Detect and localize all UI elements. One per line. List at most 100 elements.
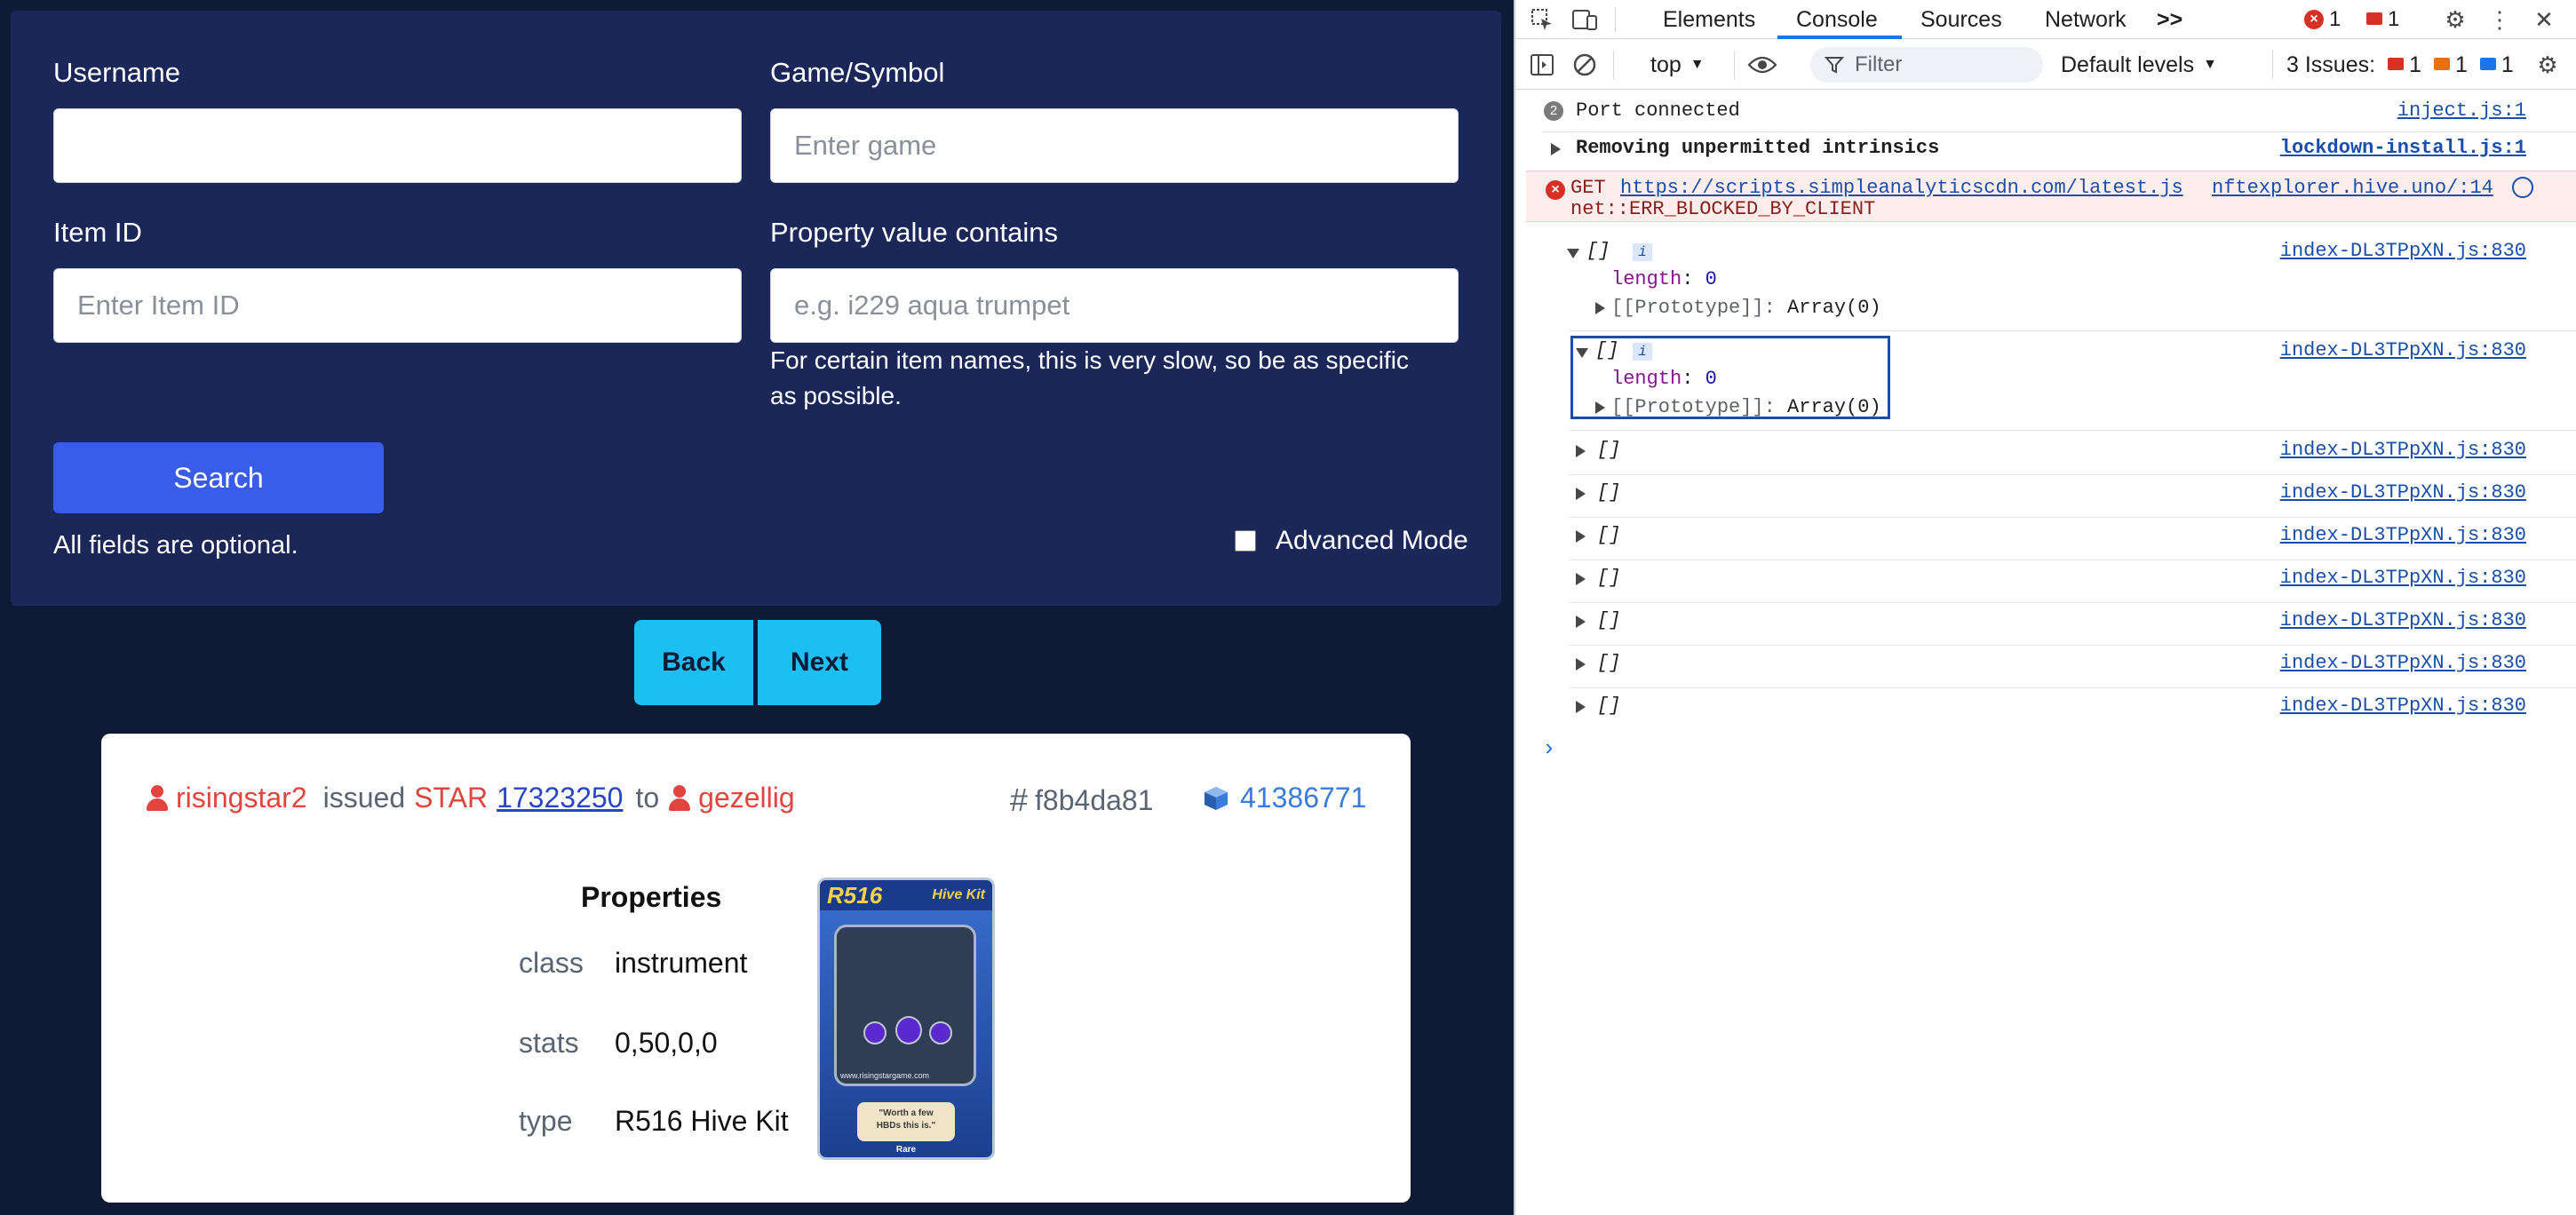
row-divider xyxy=(1569,474,2576,475)
next-button[interactable]: Next xyxy=(758,620,881,705)
chevron-down-icon: ▼ xyxy=(1690,57,1705,72)
advanced-mode-checkbox[interactable] xyxy=(1235,530,1256,552)
username-label: Username xyxy=(53,57,180,88)
context-selector[interactable]: top ▼ xyxy=(1650,49,1705,81)
expand-triangle-icon[interactable] xyxy=(1576,573,1586,585)
source-link[interactable]: index-DL3TPpXN.js:830 xyxy=(2280,652,2526,674)
property-label: Property value contains xyxy=(770,217,1058,248)
log-array-collapsed[interactable]: [] index-DL3TPpXN.js:830 xyxy=(1515,695,2576,730)
tab-network[interactable]: Network xyxy=(2045,0,2127,39)
log-array-collapsed[interactable]: [] index-DL3TPpXN.js:830 xyxy=(1515,439,2576,474)
log-array-expanded-2[interactable]: [] i index-DL3TPpXN.js:830 length: 0 [[P… xyxy=(1515,336,2576,428)
expand-triangle-icon[interactable] xyxy=(1576,658,1586,671)
info-icon: i xyxy=(1633,243,1652,261)
sidebar-toggle-icon[interactable] xyxy=(1526,49,1558,81)
game-input[interactable] xyxy=(770,108,1459,183)
tab-elements[interactable]: Elements xyxy=(1663,0,1755,39)
property-help-line2: as possible. xyxy=(770,382,902,409)
source-link[interactable]: lockdown-install.js:1 xyxy=(2280,137,2526,159)
tx-hash[interactable]: # f8b4da81 xyxy=(1010,782,1154,819)
property-value-stats: 0,50,0,0 xyxy=(615,1027,718,1059)
log-levels-dropdown[interactable]: Default levels ▼ xyxy=(2061,49,2217,81)
array-label: [] xyxy=(1597,609,1621,631)
property-help-line1: For certain item names, this is very slo… xyxy=(770,346,1409,374)
username-input[interactable] xyxy=(53,108,742,183)
more-tabs-button[interactable]: >> xyxy=(2157,0,2182,39)
user-icon xyxy=(668,784,691,813)
error-count-badge[interactable]: × 1 xyxy=(2304,7,2341,32)
log-port-connected: 2 Port connected inject.js:1 xyxy=(1515,99,2576,126)
tab-sources[interactable]: Sources xyxy=(1920,0,2002,39)
cube-icon xyxy=(1205,786,1228,810)
error-icon: × xyxy=(1546,180,1565,200)
source-link[interactable]: index-DL3TPpXN.js:830 xyxy=(2280,609,2526,631)
source-link[interactable]: index-DL3TPpXN.js:830 xyxy=(2280,481,2526,504)
clear-console-icon[interactable] xyxy=(1569,49,1601,81)
item-id-input[interactable] xyxy=(53,268,742,343)
issuer-link[interactable]: risingstar2 xyxy=(176,782,307,814)
log-array-expanded-1[interactable]: [] i index-DL3TPpXN.js:830 length: 0 [[P… xyxy=(1515,240,2576,329)
error-url-link[interactable]: https://scripts.simpleanalyticscdn.com/l… xyxy=(1620,177,2183,199)
live-expression-eye-icon[interactable] xyxy=(1746,49,1778,81)
source-link[interactable]: index-DL3TPpXN.js:830 xyxy=(2280,339,2526,361)
source-link[interactable]: index-DL3TPpXN.js:830 xyxy=(2280,567,2526,589)
console-settings-gear-icon[interactable]: ⚙ xyxy=(2532,49,2564,81)
console-prompt[interactable]: › xyxy=(1542,735,1556,762)
log-array-collapsed[interactable]: [] index-DL3TPpXN.js:830 xyxy=(1515,481,2576,517)
devtools-tab-bar: Elements Console Sources Network >> × 1 1… xyxy=(1515,0,2576,39)
device-toolbar-icon[interactable] xyxy=(1569,4,1601,36)
log-array-collapsed[interactable]: [] index-DL3TPpXN.js:830 xyxy=(1515,567,2576,602)
more-options-icon[interactable]: ⋮ xyxy=(2484,4,2516,36)
issues-summary[interactable]: 3 Issues: 1 1 1 xyxy=(2286,49,2514,81)
search-button[interactable]: Search xyxy=(53,442,384,513)
back-button[interactable]: Back xyxy=(634,620,753,705)
issue-count-badge[interactable]: 1 xyxy=(2365,7,2399,32)
network-request-icon[interactable] xyxy=(2512,177,2533,198)
log-array-collapsed[interactable]: [] index-DL3TPpXN.js:830 xyxy=(1515,524,2576,560)
source-link[interactable]: index-DL3TPpXN.js:830 xyxy=(2280,524,2526,546)
expand-triangle-icon[interactable] xyxy=(1576,445,1586,457)
expand-triangle-icon xyxy=(1595,302,1605,314)
expand-triangle-icon[interactable] xyxy=(1576,615,1586,628)
inspect-element-icon[interactable] xyxy=(1526,4,1558,36)
advanced-mode-toggle[interactable]: Advanced Mode xyxy=(1235,526,1468,556)
expand-triangle-icon xyxy=(1595,401,1605,414)
array-label: [] xyxy=(1597,524,1621,546)
source-link[interactable]: index-DL3TPpXN.js:830 xyxy=(2280,695,2526,717)
transaction-card: risingstar2 issued STAR 17323250 to geze… xyxy=(101,734,1411,1203)
issue-flag-icon xyxy=(2365,11,2382,28)
tab-console[interactable]: Console xyxy=(1796,0,1878,39)
log-array-collapsed[interactable]: [] index-DL3TPpXN.js:830 xyxy=(1515,652,2576,687)
block-number[interactable]: 41386771 xyxy=(1203,782,1366,814)
array-label: [] xyxy=(1597,439,1621,461)
property-key-class: class xyxy=(519,947,584,979)
array-label: [] xyxy=(1597,481,1621,504)
settings-gear-icon[interactable]: ⚙ xyxy=(2439,4,2471,36)
source-link[interactable]: nftexplorer.hive.uno/:14 xyxy=(2212,177,2493,199)
close-devtools-icon[interactable]: ✕ xyxy=(2528,4,2560,36)
nft-card-quote-line1: "Worth a few xyxy=(879,1108,934,1118)
array-label: [] xyxy=(1597,652,1621,674)
log-lockdown[interactable]: Removing unpermitted intrinsics lockdown… xyxy=(1515,137,2576,163)
array-label: [] xyxy=(1595,339,1619,361)
source-link[interactable]: index-DL3TPpXN.js:830 xyxy=(2280,439,2526,461)
token-symbol[interactable]: STAR xyxy=(414,782,488,814)
source-link[interactable]: inject.js:1 xyxy=(2397,99,2526,122)
expand-triangle-icon[interactable] xyxy=(1576,530,1586,543)
log-array-collapsed[interactable]: [] index-DL3TPpXN.js:830 xyxy=(1515,609,2576,645)
expand-triangle-icon[interactable] xyxy=(1576,701,1586,713)
filter-input[interactable] xyxy=(1810,47,2043,83)
amount-link[interactable]: 17323250 xyxy=(497,782,623,814)
devtools-panel: Elements Console Sources Network >> × 1 1… xyxy=(1514,0,2576,1215)
transaction-summary: risingstar2 issued STAR 17323250 to geze… xyxy=(146,782,795,814)
property-input[interactable] xyxy=(770,268,1459,343)
active-tab-indicator xyxy=(1777,36,1902,39)
source-link[interactable]: index-DL3TPpXN.js:830 xyxy=(2280,240,2526,262)
repeat-count-badge: 2 xyxy=(1544,101,1563,121)
recipient-link[interactable]: gezellig xyxy=(698,782,795,814)
nft-explorer-app: Username Game/Symbol Item ID Property va… xyxy=(0,0,1514,1215)
info-icon: i xyxy=(1633,343,1652,361)
issued-text: issued xyxy=(322,782,406,814)
expand-triangle-icon[interactable] xyxy=(1576,488,1586,500)
log-message: Port connected xyxy=(1576,99,1740,122)
